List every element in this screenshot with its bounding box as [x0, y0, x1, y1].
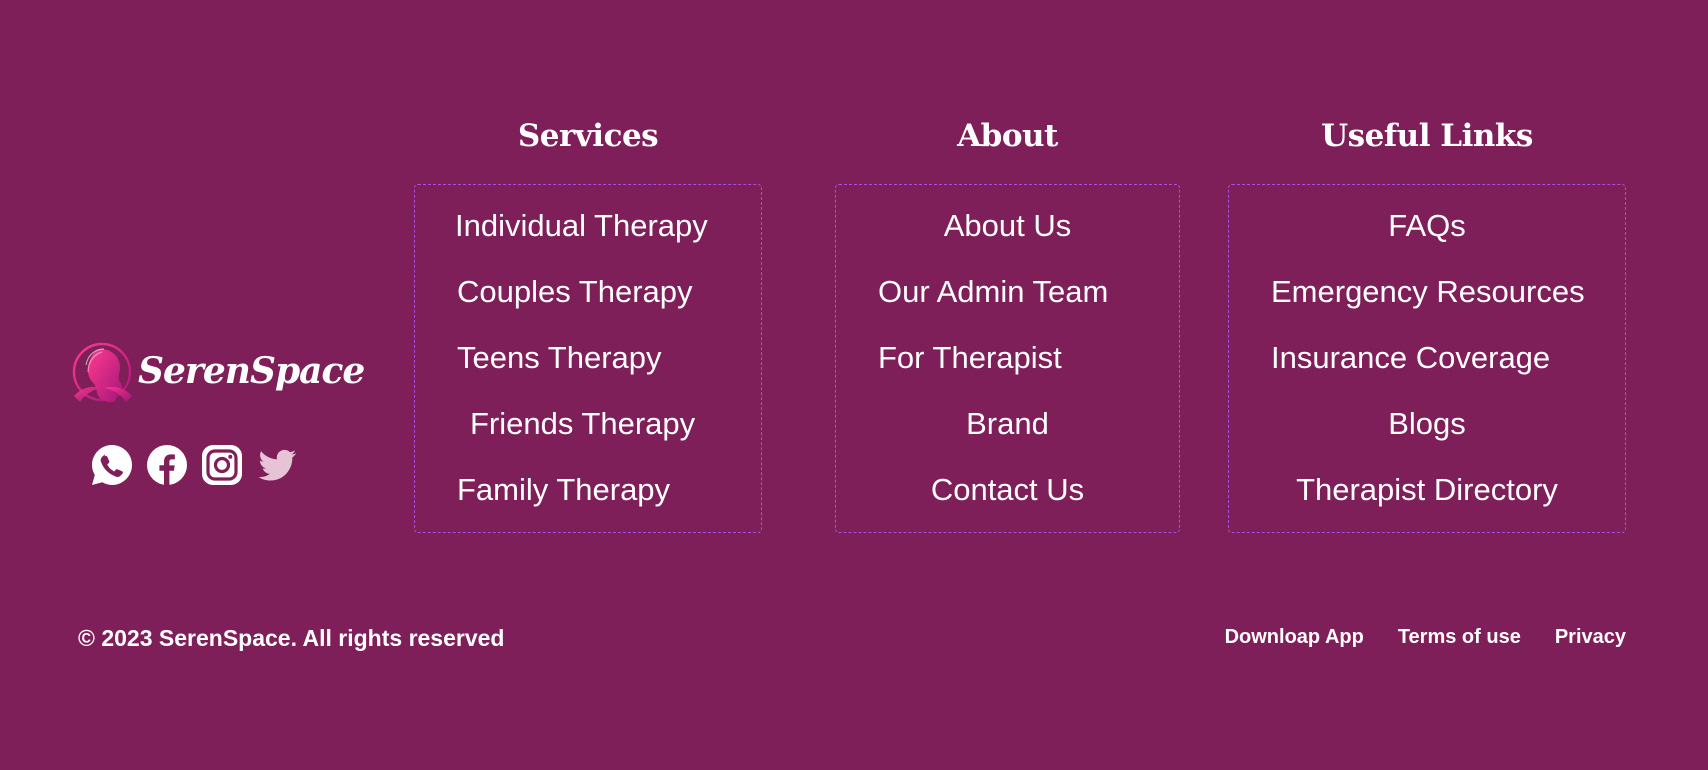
- brand-block: SerenSpace: [68, 338, 378, 488]
- footer-links: Downloap App Terms of use Privacy: [1225, 622, 1626, 652]
- social-links: [90, 443, 299, 487]
- link-family-therapy[interactable]: Family Therapy: [457, 469, 670, 511]
- link-admin-team[interactable]: Our Admin Team: [878, 271, 1108, 313]
- link-couples-therapy[interactable]: Couples Therapy: [457, 271, 693, 313]
- link-blogs[interactable]: Blogs: [1229, 403, 1625, 445]
- brand-wordmark: SerenSpace: [138, 350, 365, 392]
- link-therapist-directory[interactable]: Therapist Directory: [1229, 469, 1625, 511]
- footer-link-terms-of-use[interactable]: Terms of use: [1398, 622, 1521, 652]
- services-link-box: Individual Therapy Couples Therapy Teens…: [414, 184, 762, 533]
- link-individual-therapy[interactable]: Individual Therapy: [455, 205, 708, 247]
- facebook-icon[interactable]: [145, 443, 189, 487]
- link-contact-us[interactable]: Contact Us: [836, 469, 1179, 511]
- link-brand[interactable]: Brand: [836, 403, 1179, 445]
- useful-links-box: FAQs Emergency Resources Insurance Cover…: [1228, 184, 1626, 533]
- link-friends-therapy[interactable]: Friends Therapy: [470, 403, 695, 445]
- footer-link-privacy[interactable]: Privacy: [1555, 622, 1626, 652]
- brand-logo[interactable]: SerenSpace: [68, 338, 378, 412]
- copyright-text: © 2023 SerenSpace. All rights reserved: [78, 625, 505, 651]
- link-for-therapist[interactable]: For Therapist: [878, 337, 1062, 379]
- link-emergency-resources[interactable]: Emergency Resources: [1271, 271, 1585, 313]
- services-heading: Services: [517, 118, 659, 154]
- whatsapp-icon[interactable]: [90, 443, 134, 487]
- link-insurance-coverage[interactable]: Insurance Coverage: [1271, 337, 1550, 379]
- about-heading: About: [957, 118, 1058, 154]
- woman-profile-icon: [68, 338, 138, 412]
- link-teens-therapy[interactable]: Teens Therapy: [457, 337, 662, 379]
- about-link-box: About Us Our Admin Team For Therapist Br…: [835, 184, 1180, 533]
- twitter-icon[interactable]: [255, 443, 299, 487]
- instagram-icon[interactable]: [200, 443, 244, 487]
- footer-link-download-app[interactable]: Downloap App: [1225, 622, 1364, 652]
- link-about-us[interactable]: About Us: [836, 205, 1179, 247]
- useful-links-heading: Useful Links: [1321, 118, 1533, 154]
- link-faqs[interactable]: FAQs: [1229, 205, 1625, 247]
